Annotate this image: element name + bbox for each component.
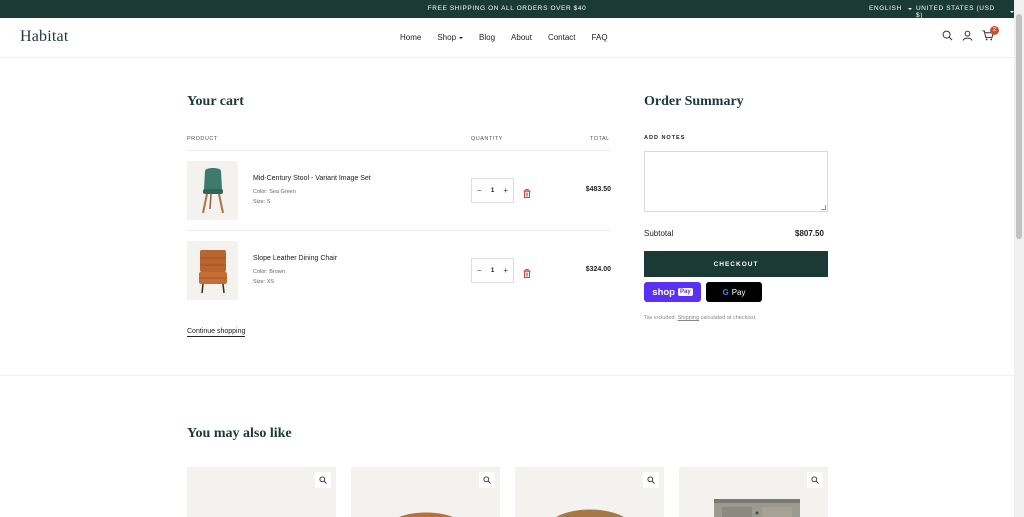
product-card[interactable] (679, 467, 828, 517)
shop-pay-label: Pay (678, 288, 693, 296)
nav-contact[interactable]: Contact (548, 33, 576, 42)
chevron-down-icon (459, 36, 464, 39)
section-divider (0, 375, 1014, 376)
nav-shop[interactable]: Shop (437, 33, 464, 42)
zoom-icon[interactable] (479, 472, 495, 488)
google-pay-button[interactable]: G Pay (706, 282, 762, 302)
product-card[interactable] (515, 467, 664, 517)
zoom-icon[interactable] (315, 472, 331, 488)
quantity-value[interactable]: 1 (491, 187, 495, 194)
order-notes-textarea[interactable] (644, 151, 828, 212)
announcement-message: FREE SHIPPING ON ALL ORDERS OVER $40 (427, 5, 587, 12)
column-quantity: QUANTITY (471, 136, 503, 142)
resize-grip-icon[interactable] (821, 205, 826, 210)
nav-about[interactable]: About (511, 33, 532, 42)
main-nav: Home Shop Blog About Contact FAQ (400, 33, 608, 42)
nav-blog[interactable]: Blog (479, 33, 495, 42)
nav-home[interactable]: Home (400, 33, 421, 42)
google-pay-label: Pay (731, 287, 746, 297)
quantity-stepper: − 1 + (471, 258, 514, 283)
cart-icon[interactable]: 2 (982, 26, 999, 41)
quantity-decrease-button[interactable]: − (477, 266, 482, 275)
product-image[interactable] (187, 241, 238, 300)
cart-title: Your cart (187, 94, 244, 109)
quantity-stepper: − 1 + (471, 178, 514, 203)
product-name[interactable]: Slope Leather Dining Chair (253, 255, 337, 262)
trash-icon[interactable] (523, 265, 531, 283)
cart-count-badge: 2 (990, 26, 999, 35)
subtotal-value: $807.50 (795, 229, 824, 238)
recommendations-title: You may also like (187, 426, 292, 441)
product-image (714, 499, 800, 517)
line-total: $324.00 (585, 266, 611, 273)
order-summary-title: Order Summary (644, 94, 744, 109)
cart-divider (187, 230, 611, 231)
header-icons: 2 (942, 26, 999, 41)
product-image (399, 512, 453, 517)
quantity-increase-button[interactable]: + (503, 266, 508, 275)
page-scrollbar[interactable] (1014, 0, 1024, 517)
country-selector[interactable]: UNITED STATES (USD $) (916, 5, 1014, 19)
product-color: Color: Brown (253, 269, 285, 275)
column-product: PRODUCT (187, 136, 218, 142)
site-header: Habitat Home Shop Blog About Contact FAQ… (0, 18, 1014, 58)
product-color: Color: Sea Green (253, 189, 296, 195)
subtotal-label: Subtotal (644, 229, 674, 238)
zoom-icon[interactable] (643, 472, 659, 488)
quantity-decrease-button[interactable]: − (477, 186, 482, 195)
nav-faq[interactable]: FAQ (592, 33, 608, 42)
search-icon[interactable] (942, 30, 953, 41)
site-logo[interactable]: Habitat (20, 28, 69, 46)
product-image (556, 509, 624, 517)
announcement-bar: FREE SHIPPING ON ALL ORDERS OVER $40 ENG… (0, 0, 1014, 19)
cart-row: Slope Leather Dining Chair Color: Brown … (187, 241, 611, 301)
cart-divider (187, 150, 611, 151)
chevron-down-icon (907, 7, 912, 10)
country-label: UNITED STATES (USD $) (916, 5, 995, 19)
trash-icon[interactable] (523, 185, 531, 203)
product-card[interactable] (351, 467, 500, 517)
product-name[interactable]: Mid-Century Stool - Variant Image Set (253, 175, 371, 182)
language-selector[interactable]: ENGLISH (869, 5, 912, 12)
tax-note: Tax included. Shipping calculated at che… (644, 315, 757, 321)
account-icon[interactable] (962, 30, 973, 41)
tax-note-text: Tax included. (644, 315, 678, 321)
checkout-button[interactable]: CHECKOUT (644, 251, 828, 277)
shipping-link[interactable]: Shipping (678, 315, 699, 321)
nav-shop-label: Shop (437, 33, 457, 42)
column-total: TOTAL (590, 136, 610, 142)
continue-shopping-link[interactable]: Continue shopping (187, 328, 246, 337)
product-size: Size: XS (253, 279, 275, 285)
product-image[interactable] (187, 161, 238, 220)
tax-note-suffix: calculated at checkout. (699, 315, 757, 321)
shop-pay-brand: shop (652, 286, 675, 298)
product-card[interactable] (187, 467, 336, 517)
shop-pay-button[interactable]: shop Pay (644, 282, 701, 302)
language-label: ENGLISH (869, 5, 902, 12)
quantity-increase-button[interactable]: + (503, 186, 508, 195)
scrollbar-thumb[interactable] (1016, 14, 1022, 239)
product-size: Size: S (253, 199, 271, 205)
cart-row: Mid-Century Stool - Variant Image Set Co… (187, 161, 611, 221)
add-notes-label: ADD NOTES (644, 135, 686, 141)
google-logo-icon: G (722, 287, 729, 297)
line-total: $483.50 (585, 186, 611, 193)
zoom-icon[interactable] (807, 472, 823, 488)
quantity-value[interactable]: 1 (491, 267, 495, 274)
